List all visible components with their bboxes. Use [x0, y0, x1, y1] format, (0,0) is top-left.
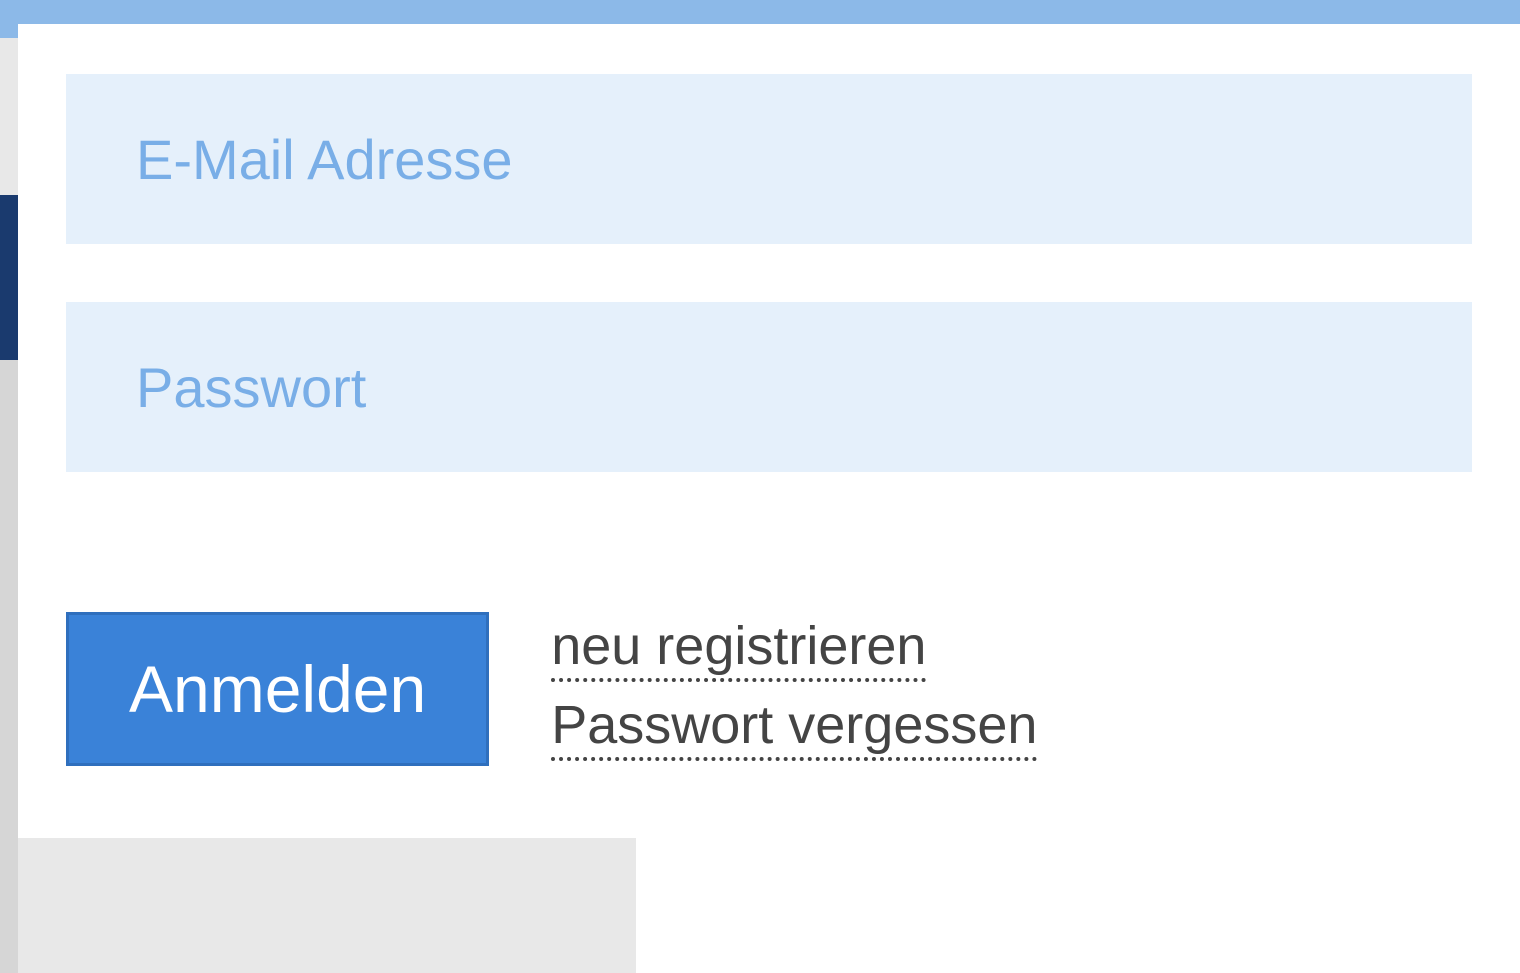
login-actions: Anmelden neu registrieren Passwort verge… — [66, 612, 1472, 766]
password-field[interactable] — [66, 302, 1472, 472]
sidebar-accent-dark — [0, 195, 18, 360]
forgot-password-link[interactable]: Passwort vergessen — [551, 696, 1037, 761]
login-button[interactable]: Anmelden — [66, 612, 489, 766]
email-field[interactable] — [66, 74, 1472, 244]
sidebar-accent-gray — [0, 360, 18, 973]
login-links: neu registrieren Passwort vergessen — [551, 617, 1037, 762]
bottom-strip — [636, 838, 1520, 973]
login-panel: Anmelden neu registrieren Passwort verge… — [18, 24, 1520, 838]
register-link[interactable]: neu registrieren — [551, 617, 926, 682]
